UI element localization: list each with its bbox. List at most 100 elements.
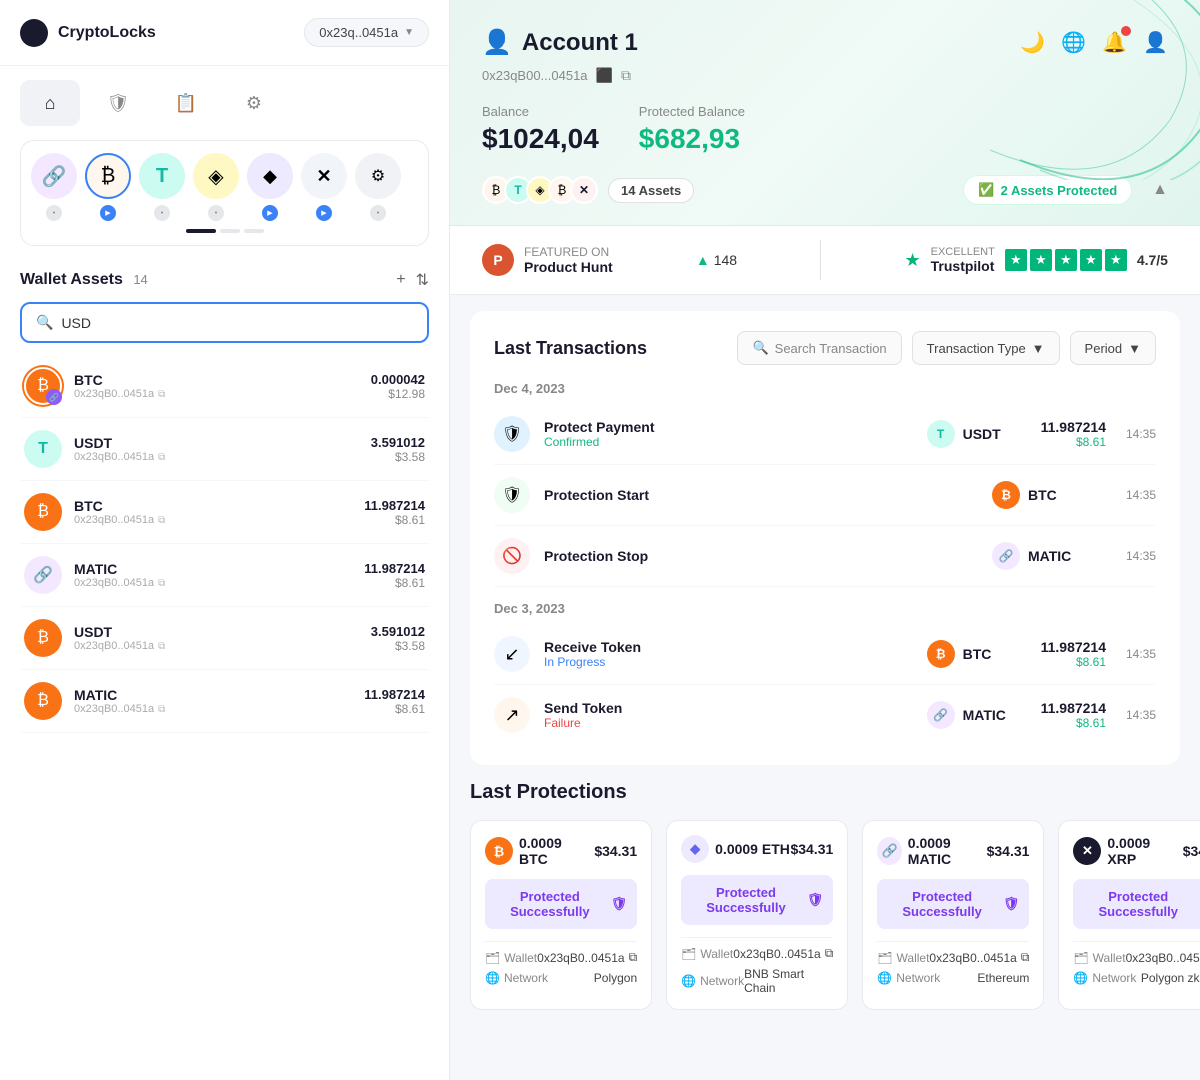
address-copy-button[interactable]: ⧉: [621, 67, 631, 84]
profile-button[interactable]: 👤: [1143, 30, 1168, 55]
tx-type-info: Protection Stop: [544, 548, 978, 564]
wallet-count: 14: [133, 272, 147, 287]
carousel-token-3[interactable]: T •: [139, 153, 185, 221]
prot-wallet-val: 0x23qB0..0451a ⧉: [1126, 950, 1200, 965]
asset-usd: $3.58: [371, 639, 425, 653]
tx-time: 14:35: [1120, 708, 1156, 722]
asset-usd: $8.61: [364, 576, 425, 590]
trustpilot-stars: ★ ★ ★ ★ ★: [1005, 249, 1127, 271]
sort-assets-button[interactable]: ⇅: [416, 270, 429, 290]
protection-card-btc: ₿ 0.0009 BTC $34.31 Protected Successful…: [470, 820, 652, 1010]
protection-card-xrp: ✕ 0.0009 XRP $34.31 Protected Successful…: [1058, 820, 1200, 1010]
star-5: ★: [1105, 249, 1127, 271]
carousel-token-6[interactable]: ✕ ▶: [301, 153, 347, 221]
nav-tab-settings[interactable]: ⚙: [224, 80, 284, 126]
list-item: ₿ BTC 0x23qB0..0451a ⧉ 11.987214 $8.61: [20, 481, 429, 544]
period-filter[interactable]: Period ▼: [1070, 331, 1156, 365]
asset-amounts: 3.591012 $3.58: [371, 624, 425, 653]
protected-text: Protected Successfully: [495, 889, 605, 919]
copy-icon[interactable]: ⧉: [158, 452, 165, 463]
tx-coin-icon-usdt: T: [927, 420, 955, 448]
prot-coin-icon: ✕: [1073, 837, 1101, 865]
prot-wallet-val: 0x23qB0..0451a ⧉: [929, 950, 1029, 965]
copy-icon[interactable]: ⧉: [158, 389, 165, 400]
token-indicator: •: [46, 205, 62, 221]
prot-network-label: 🌐 Network: [681, 974, 744, 988]
copy-icon[interactable]: ⧉: [158, 704, 165, 715]
transaction-type-filter[interactable]: Transaction Type ▼: [912, 331, 1060, 365]
account-selector-text: 0x23q..0451a: [319, 25, 398, 40]
tx-coin-icon-btc: ₿: [992, 481, 1020, 509]
nav-tab-shield[interactable]: 🛡: [88, 80, 148, 126]
language-button[interactable]: 🌐: [1061, 30, 1086, 55]
wallet-title: Wallet Assets: [20, 271, 123, 288]
protected-successfully-button[interactable]: Protected Successfully 🛡: [485, 879, 637, 929]
carousel-token-2[interactable]: ₿ ▶: [85, 153, 131, 221]
nav-tabs: ⌂ 🛡 📋 ⚙: [0, 66, 449, 140]
asset-amounts: 0.000042 $12.98: [371, 372, 425, 401]
asset-info: BTC 0x23qB0..0451a ⧉: [74, 498, 352, 526]
carousel-token-1[interactable]: 🔗 •: [31, 153, 77, 221]
account-selector[interactable]: 0x23q..0451a ▼: [304, 18, 429, 47]
protected-text: Protected Successfully: [1083, 889, 1193, 919]
wallet-icon: 🗂: [1073, 951, 1088, 965]
copy-icon[interactable]: ⧉: [158, 641, 165, 652]
wallet-search-input[interactable]: [61, 315, 413, 331]
collapse-card-button[interactable]: ▲: [1152, 181, 1168, 199]
dark-mode-button[interactable]: 🌙: [1020, 30, 1045, 55]
protection-card-eth: ◆ 0.0009 ETH $34.31 Protected Successful…: [666, 820, 848, 1010]
prot-wallet-label: 🗂 Wallet: [1073, 951, 1125, 965]
divider: [877, 941, 1029, 942]
prot-network-row: 🌐 Network BNB Smart Chain: [681, 967, 833, 995]
copy-icon[interactable]: ⧉: [158, 578, 165, 589]
tx-coin-icon-btc2: ₿: [927, 640, 955, 668]
tx-status-failure: Failure: [544, 716, 913, 730]
tx-usd: $8.61: [1041, 655, 1106, 669]
app-name: CryptoLocks: [58, 24, 156, 42]
shield-icon: 🛡: [1003, 896, 1020, 912]
table-row: 🚫 Protection Stop 🔗 MATIC 14:35: [494, 526, 1156, 587]
list-item: ₿ MATIC 0x23qB0..0451a ⧉ 11.987214 $8.61: [20, 670, 429, 733]
protected-balance-value: $682,93: [639, 123, 745, 155]
copy-icon[interactable]: ⧉: [158, 515, 165, 526]
carousel-token-4[interactable]: ◈ •: [193, 153, 239, 221]
wallet-section: Wallet Assets 14 + ⇅ 🔍 ₿ 🔗 BTC 0x23qB: [0, 256, 449, 1080]
chevron-down-icon: ▼: [1128, 341, 1141, 356]
protected-successfully-button[interactable]: Protected Successfully 🛡: [1073, 879, 1200, 929]
carousel-token-5[interactable]: ◆ ▶: [247, 153, 293, 221]
prot-wallet-row: 🗂 Wallet 0x23qB0..0451a ⧉: [485, 950, 637, 965]
token-icon-wrap: ₿: [85, 153, 131, 199]
list-item: 🔗 MATIC 0x23qB0..0451a ⧉ 11.987214 $8.61: [20, 544, 429, 607]
add-asset-button[interactable]: +: [396, 270, 405, 290]
tx-coin: ₿ BTC: [992, 481, 1092, 509]
protected-successfully-button[interactable]: Protected Successfully 🛡: [681, 875, 833, 925]
copy-icon[interactable]: ⧉: [825, 946, 834, 961]
tx-type-icon-protection-start: 🛡: [494, 477, 530, 513]
token-indicator: •: [154, 205, 170, 221]
prot-network-row: 🌐 Network Ethereum: [877, 971, 1029, 985]
protected-text: Protected Successfully: [691, 885, 801, 915]
token-icon-wrap: ✕: [301, 153, 347, 199]
transaction-search[interactable]: 🔍 Search Transaction: [737, 331, 901, 365]
carousel-token-7[interactable]: ⚙ •: [355, 153, 401, 221]
copy-icon[interactable]: ⧉: [1021, 950, 1030, 965]
tx-type-info: Protection Start: [544, 487, 978, 503]
copy-icon[interactable]: ⧉: [629, 950, 638, 965]
asset-amounts: 11.987214 $8.61: [364, 561, 425, 590]
nav-tab-list[interactable]: 📋: [156, 80, 216, 126]
search-icon: 🔍: [752, 340, 768, 356]
notifications-button[interactable]: 🔔: [1102, 30, 1127, 55]
tx-status-in-progress: In Progress: [544, 655, 913, 669]
asset-usd: $12.98: [371, 387, 425, 401]
balance-value: $1024,04: [482, 123, 599, 155]
transactions-title: Last Transactions: [494, 338, 647, 359]
wallet-search-box[interactable]: 🔍: [20, 302, 429, 343]
qr-code-button[interactable]: ⬛: [596, 67, 613, 84]
tx-type-name: Protection Start: [544, 487, 978, 503]
asset-info: MATIC 0x23qB0..0451a ⧉: [74, 561, 352, 589]
protected-successfully-button[interactable]: Protected Successfully 🛡: [877, 879, 1029, 929]
tx-amounts: 11.987214 $8.61: [1041, 639, 1106, 669]
account-address-text: 0x23qB00...0451a: [482, 68, 588, 83]
nav-tab-home[interactable]: ⌂: [20, 80, 80, 126]
prot-network-val: BNB Smart Chain: [744, 967, 833, 995]
